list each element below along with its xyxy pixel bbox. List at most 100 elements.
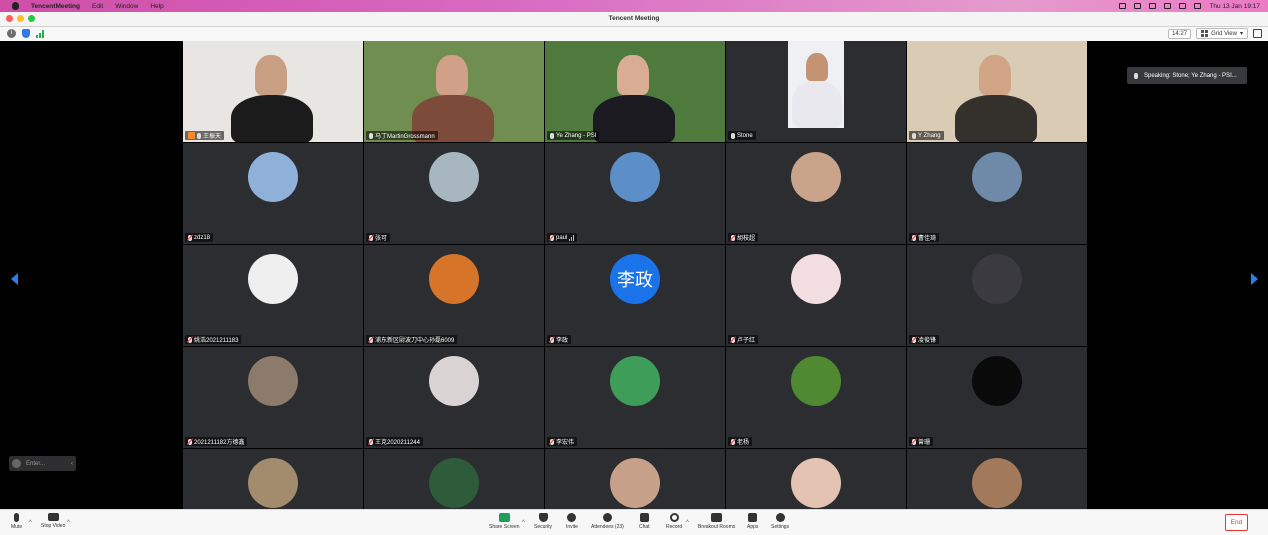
participant-avatar <box>248 254 298 304</box>
attendees-button[interactable]: Attendees (23) <box>591 513 624 530</box>
status-icon-cloud[interactable] <box>1119 3 1127 9</box>
participant-tile[interactable]: Ye Zhang - PSI <box>545 41 725 142</box>
participant-label: 凌俊锋 <box>909 335 940 344</box>
fullscreen-icon[interactable] <box>1253 29 1262 38</box>
security-shield-icon[interactable] <box>22 29 30 38</box>
participant-tile[interactable]: 曹佳琦 <box>907 143 1087 244</box>
participant-avatar <box>791 356 841 406</box>
video-options-chevron-icon[interactable]: ^ <box>67 520 70 526</box>
participant-name: 张可 <box>375 236 388 242</box>
next-page-arrow-icon[interactable] <box>1251 273 1258 285</box>
participant-tile[interactable]: 浦东新区尉波刀中心孙磊6009 <box>364 245 544 346</box>
microphone-muted-icon <box>550 234 554 241</box>
participant-avatar <box>972 254 1022 304</box>
microphone-icon <box>1134 72 1138 79</box>
control-center-icon[interactable] <box>1194 3 1202 9</box>
breakout-label: Breakout Rooms <box>698 524 736 530</box>
menu-help[interactable]: Help <box>150 3 163 10</box>
quick-chat-input[interactable]: Enter... ‹ <box>9 456 76 471</box>
microphone-muted-icon <box>731 438 735 445</box>
settings-button[interactable]: Settings <box>771 513 789 530</box>
participant-tile[interactable]: 姚浩2021211183 <box>183 245 363 346</box>
participant-tile[interactable]: zdz18 <box>183 143 363 244</box>
grid-view-dropdown[interactable]: Grid View ▾ <box>1196 28 1248 39</box>
mute-button[interactable]: Mute <box>11 513 22 530</box>
apps-button[interactable]: Apps <box>747 513 758 530</box>
participant-tile[interactable]: 胡枝超 <box>726 143 906 244</box>
participant-name: 胡枝超 <box>737 236 756 242</box>
invite-button[interactable]: Invite <box>566 513 578 530</box>
participant-tile[interactable]: 2021211182方德鑫 <box>183 347 363 448</box>
menu-window[interactable]: Window <box>115 3 138 10</box>
participant-label: 李宏伟 <box>547 437 578 446</box>
participant-tile[interactable] <box>726 449 906 509</box>
participant-tile[interactable]: 王振天 <box>183 41 363 142</box>
wifi-icon[interactable] <box>1179 3 1187 9</box>
apple-icon[interactable] <box>12 2 19 10</box>
participant-name: Ye Zhang - PSI <box>556 132 597 139</box>
participant-label: 2021211182方德鑫 <box>185 437 248 446</box>
participant-tile[interactable]: 卢子红 <box>726 245 906 346</box>
participant-name: 马丁MartinGrossmann <box>375 134 435 140</box>
participant-name: 卢子红 <box>737 338 756 344</box>
network-signal-icon[interactable] <box>36 29 44 38</box>
microphone-icon <box>550 132 554 139</box>
participant-tile[interactable]: 老杨 <box>726 347 906 448</box>
add-user-icon <box>567 513 577 522</box>
participant-avatar <box>610 152 660 202</box>
participant-tile[interactable]: Stone <box>726 41 906 142</box>
participant-tile[interactable]: 王克2020211244 <box>364 347 544 448</box>
participant-avatar <box>429 458 479 508</box>
participant-tile[interactable]: 凌俊锋 <box>907 245 1087 346</box>
participant-label: 马丁MartinGrossmann <box>366 131 438 140</box>
person-head <box>806 53 828 81</box>
microphone-muted-icon <box>550 336 554 343</box>
participant-name: 姚浩2021211183 <box>194 338 239 344</box>
bluetooth-icon[interactable] <box>1149 3 1157 9</box>
participant-tile[interactable]: Y Zhang <box>907 41 1087 142</box>
menu-app-name[interactable]: TencentMeeting <box>31 3 80 10</box>
participant-tile[interactable]: 马丁MartinGrossmann <box>364 41 544 142</box>
participant-tile[interactable] <box>545 449 725 509</box>
share-screen-button[interactable]: Share Screen <box>489 513 520 530</box>
participant-tile[interactable]: 李政 李政 <box>545 245 725 346</box>
chevron-left-icon[interactable]: ‹ <box>71 461 73 467</box>
participant-name: zdz18 <box>194 234 211 241</box>
record-button[interactable]: Record <box>666 513 682 530</box>
status-icon-clipboard[interactable] <box>1134 3 1142 9</box>
end-meeting-button[interactable]: End <box>1225 514 1248 531</box>
participant-label: paul <box>547 233 578 242</box>
menubar-clock[interactable]: Thu 13 Jan 19:17 <box>1209 3 1260 10</box>
participant-tile[interactable]: 张可 <box>364 143 544 244</box>
participant-tile[interactable] <box>364 449 544 509</box>
participant-label: Stone <box>728 131 756 140</box>
mute-options-chevron-icon[interactable]: ^ <box>29 520 32 526</box>
microphone-muted-icon <box>188 234 192 241</box>
participant-video <box>183 41 363 142</box>
microphone-muted-icon <box>912 234 916 241</box>
battery-icon[interactable] <box>1164 3 1172 9</box>
participant-name: 浦东新区尉波刀中心孙磊6009 <box>375 338 455 344</box>
participant-tile[interactable] <box>183 449 363 509</box>
participant-avatar <box>429 254 479 304</box>
microphone-icon <box>14 513 20 522</box>
breakout-rooms-button[interactable]: Breakout Rooms <box>698 513 735 530</box>
participant-tile[interactable]: 李宏伟 <box>545 347 725 448</box>
emoji-icon[interactable] <box>12 459 21 468</box>
stop-video-button[interactable]: Stop Video <box>41 513 65 529</box>
record-icon <box>669 513 679 522</box>
participant-tile[interactable] <box>907 449 1087 509</box>
prev-page-arrow-icon[interactable] <box>11 273 18 285</box>
apps-label: Apps <box>747 524 759 530</box>
menu-edit[interactable]: Edit <box>92 3 103 10</box>
participant-tile[interactable]: 曾珊 <box>907 347 1087 448</box>
participant-tile[interactable]: paul <box>545 143 725 244</box>
chat-button[interactable]: Chat <box>639 513 650 530</box>
participant-avatar <box>610 458 660 508</box>
participant-label: 王振天 <box>185 131 225 140</box>
security-button[interactable]: Security <box>534 513 552 530</box>
microphone-muted-icon <box>912 438 916 445</box>
record-options-chevron-icon[interactable]: ^ <box>686 520 689 526</box>
meeting-info-icon[interactable]: i <box>7 29 16 38</box>
share-options-chevron-icon[interactable]: ^ <box>522 520 525 526</box>
